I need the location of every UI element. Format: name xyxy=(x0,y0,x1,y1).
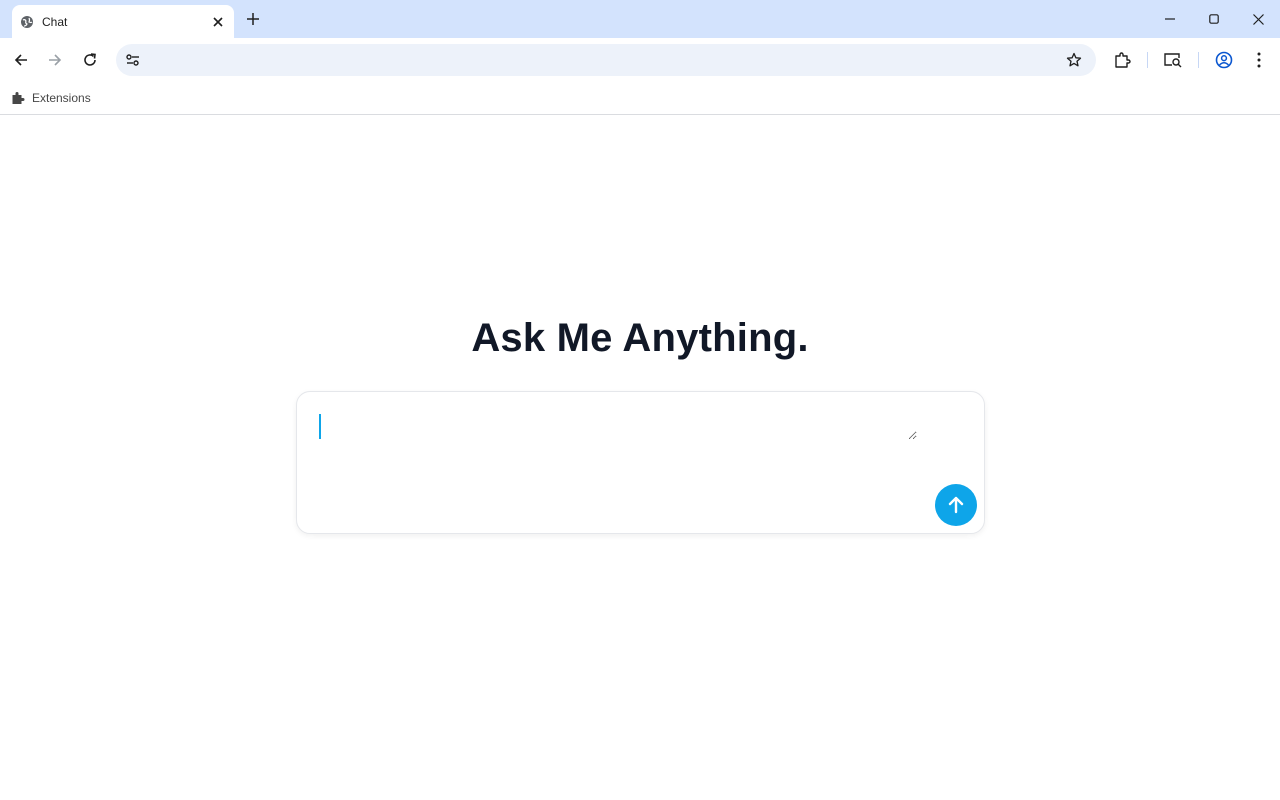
profile-avatar-icon xyxy=(1215,51,1233,69)
arrow-right-icon xyxy=(49,54,62,66)
toolbar-divider xyxy=(1198,52,1199,68)
maximize-button[interactable] xyxy=(1192,0,1236,38)
maximize-icon xyxy=(1209,14,1219,24)
puzzle-icon xyxy=(10,90,26,106)
browser-toolbar xyxy=(0,38,1280,82)
reload-icon xyxy=(84,53,96,66)
tab-search-button[interactable] xyxy=(1162,49,1184,71)
globe-icon xyxy=(20,15,34,29)
bookmark-label: Extensions xyxy=(32,91,91,105)
bookmarks-bar: Extensions xyxy=(0,82,1280,115)
page-content: Ask Me Anything. xyxy=(0,116,1280,800)
send-button[interactable] xyxy=(935,484,977,526)
tab-chat[interactable]: Chat xyxy=(12,5,234,38)
puzzle-icon xyxy=(1115,52,1131,68)
chat-input[interactable] xyxy=(317,410,917,440)
arrow-up-icon xyxy=(948,496,964,514)
tab-strip: Chat xyxy=(0,0,1280,38)
profile-button[interactable] xyxy=(1213,49,1235,71)
tab-title: Chat xyxy=(42,14,68,29)
extensions-button[interactable] xyxy=(1111,49,1133,71)
forward-button[interactable] xyxy=(44,49,66,71)
page-title: Ask Me Anything. xyxy=(471,316,809,360)
bookmark-star-icon[interactable] xyxy=(1064,50,1084,70)
address-bar[interactable] xyxy=(116,44,1096,76)
tab-close-icon[interactable] xyxy=(210,14,226,30)
plus-icon xyxy=(247,13,259,25)
new-tab-button[interactable] xyxy=(243,9,263,29)
close-window-button[interactable] xyxy=(1236,0,1280,38)
text-caret xyxy=(319,414,321,439)
arrow-left-icon xyxy=(14,54,27,66)
close-icon xyxy=(1252,13,1264,25)
screen-search-icon xyxy=(1164,53,1182,68)
menu-button[interactable] xyxy=(1248,49,1270,71)
window-controls xyxy=(1148,0,1280,38)
chat-box xyxy=(296,391,985,534)
minimize-button[interactable] xyxy=(1148,0,1192,38)
minimize-icon xyxy=(1165,18,1175,20)
bookmark-extensions[interactable]: Extensions xyxy=(10,87,91,109)
more-vert-icon xyxy=(1257,52,1261,68)
back-button[interactable] xyxy=(10,49,32,71)
toolbar-divider xyxy=(1147,52,1148,68)
site-settings-icon[interactable] xyxy=(122,49,144,71)
reload-button[interactable] xyxy=(79,49,101,71)
